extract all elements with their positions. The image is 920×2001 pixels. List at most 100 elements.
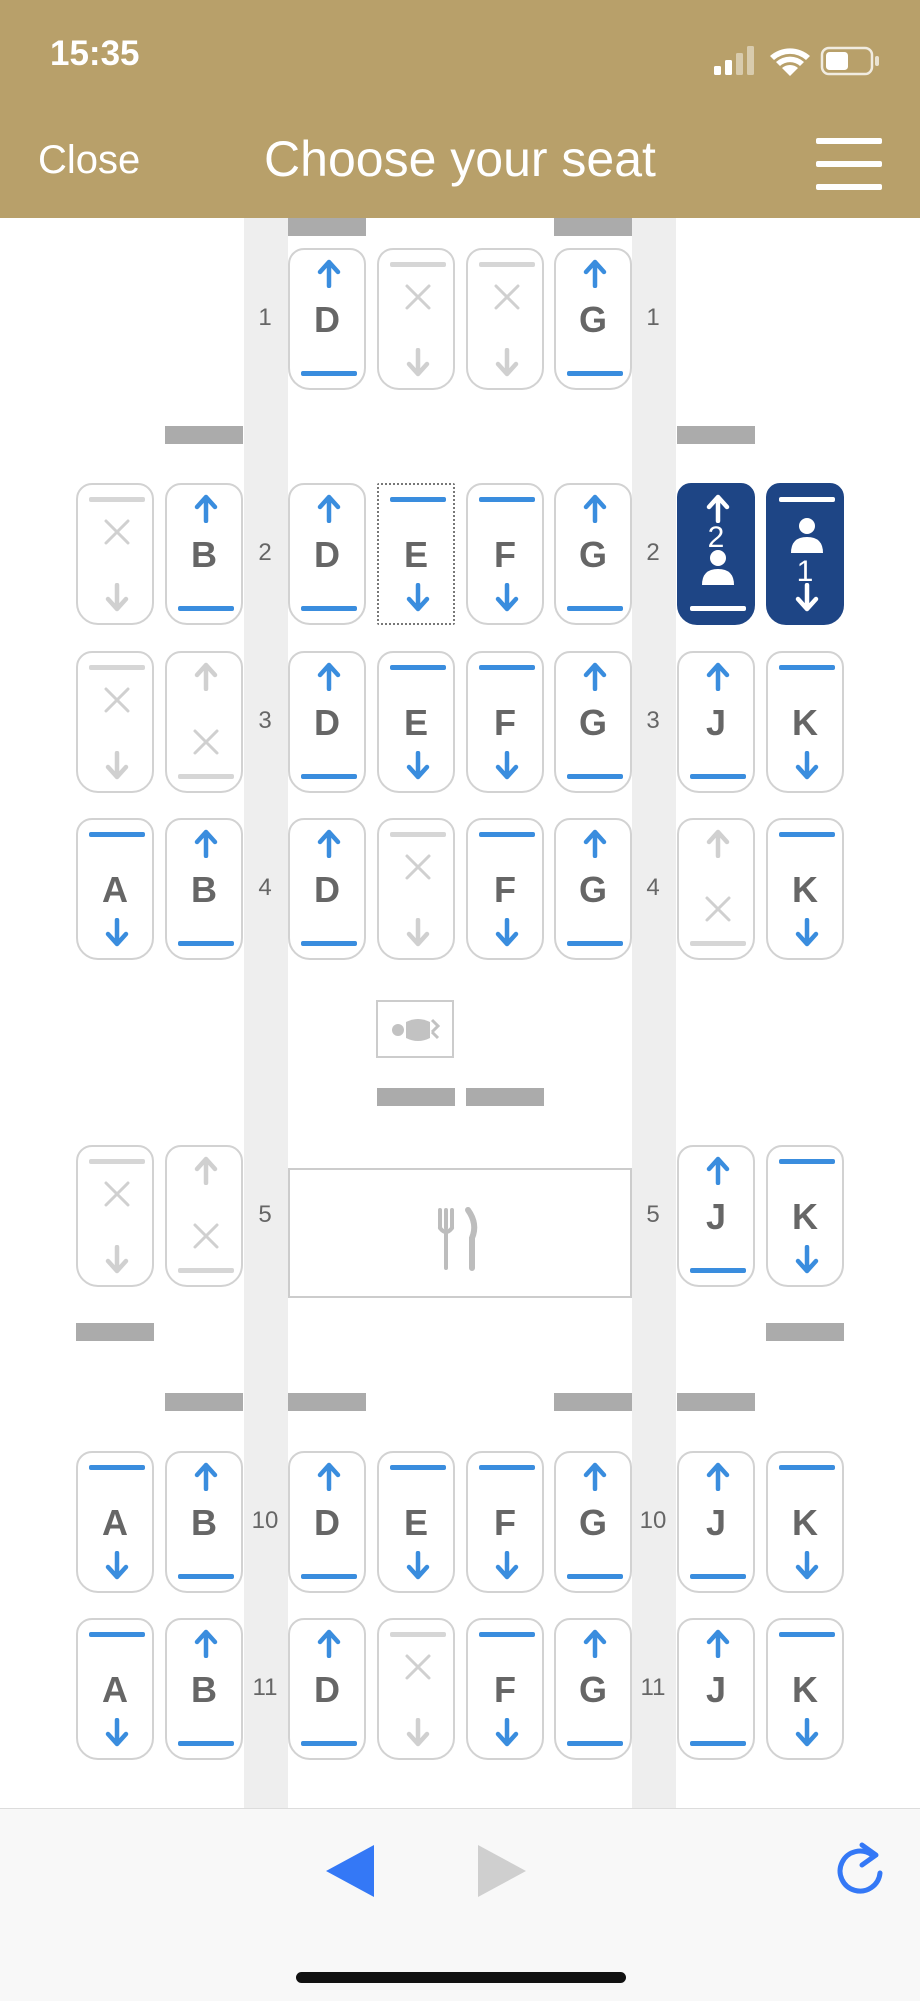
seat-back-bar [567,606,623,611]
seat-2A[interactable] [76,483,154,625]
arrow-down-icon [794,917,820,948]
passenger-icon [698,547,738,592]
seat-back-bar [690,941,746,946]
seat-11G[interactable]: G [554,1618,632,1760]
seat-4E[interactable] [377,818,455,960]
seat-10J[interactable]: J [677,1451,755,1593]
hamburger-menu-icon[interactable] [816,138,882,190]
seat-10E[interactable]: E [377,1451,455,1593]
seat-letter: E [403,702,428,743]
seat-letter: F [494,1669,516,1710]
browser-toolbar [0,1808,920,2001]
arrow-down-icon [104,1717,130,1748]
seat-letter: F [494,534,516,575]
seat-back-bar [479,1465,535,1470]
seat-back-bar [301,606,357,611]
seat-11J[interactable]: J [677,1618,755,1760]
app-header: 15:35 Close Choose your seat [0,0,920,218]
seat-10A[interactable]: A [76,1451,154,1593]
seat-3G[interactable]: G [554,651,632,793]
seat-10F[interactable]: F [466,1451,544,1593]
seat-11D[interactable]: D [288,1618,366,1760]
seat-back-bar [690,606,746,611]
seat-letter: G [578,534,607,575]
home-indicator [296,1972,626,1983]
seat-3K[interactable]: K [766,651,844,793]
wifi-icon [770,48,810,76]
seat-4G[interactable]: G [554,818,632,960]
seat-letter: J [705,1669,727,1710]
seat-4A[interactable]: A [76,818,154,960]
seat-2E[interactable]: E [377,483,455,625]
seat-3E[interactable]: E [377,651,455,793]
arrow-down-icon [405,750,431,781]
arrow-down-icon [494,750,520,781]
seat-back-bar [779,1465,835,1470]
seat-2D[interactable]: D [288,483,366,625]
seat-back-bar [390,497,446,502]
reload-icon[interactable] [832,1839,888,1901]
row-number: 2 [258,539,272,566]
unavailable-x-icon [102,517,132,547]
seat-11E[interactable] [377,1618,455,1760]
seat-2F[interactable]: F [466,483,544,625]
seat-3J[interactable]: J [677,651,755,793]
seat-3B[interactable] [165,651,243,793]
seat-4K[interactable]: K [766,818,844,960]
seat-4D[interactable]: D [288,818,366,960]
seat-10K[interactable]: K [766,1451,844,1593]
seat-3A[interactable] [76,651,154,793]
seat-map[interactable]: 1 1 D G 2 2 B D E F G 2 1 3 3 D E F G J K 4 4 A B D F G K 5 5 J K 10 10 A B D… [0,218,920,1808]
seat-11B[interactable]: B [165,1618,243,1760]
seat-back-bar [479,832,535,837]
seat-back-bar [178,1574,234,1579]
partition-bar [554,1393,632,1411]
seat-2J[interactable]: 2 [677,483,755,625]
seat-1E[interactable] [377,248,455,390]
seat-back-bar [779,832,835,837]
seat-11K[interactable]: K [766,1618,844,1760]
forward-triangle-icon[interactable] [474,1841,530,1901]
seat-letter: D [314,1502,340,1543]
seat-2B[interactable]: B [165,483,243,625]
partition-bar [766,1323,844,1341]
seat-10D[interactable]: D [288,1451,366,1593]
arrow-up-icon [582,1628,608,1659]
row-number: 10 [251,1507,279,1534]
seat-back-bar [779,1632,835,1637]
seat-5J[interactable]: J [677,1145,755,1287]
seat-5B[interactable] [165,1145,243,1287]
seat-5A[interactable] [76,1145,154,1287]
partition-bar [677,1393,755,1411]
seat-4J[interactable] [677,818,755,960]
seat-11A[interactable]: A [76,1618,154,1760]
arrow-up-icon [582,1461,608,1492]
seat-back-bar [567,371,623,376]
seat-4F[interactable]: F [466,818,544,960]
arrow-down-icon [104,1550,130,1581]
row-number: 10 [639,1507,667,1534]
seat-1G[interactable]: G [554,248,632,390]
arrow-up-icon [316,258,342,289]
seat-1D[interactable]: D [288,248,366,390]
seat-10B[interactable]: B [165,1451,243,1593]
row-number: 11 [252,1674,278,1701]
seat-letter: B [191,1669,217,1710]
seat-11F[interactable]: F [466,1618,544,1760]
back-triangle-icon[interactable] [322,1841,378,1901]
arrow-up-icon [705,1628,731,1659]
arrow-up-icon [316,1461,342,1492]
seat-back-bar [301,371,357,376]
seat-2G[interactable]: G [554,483,632,625]
seat-5K[interactable]: K [766,1145,844,1287]
seat-3D[interactable]: D [288,651,366,793]
arrow-up-icon [582,493,608,524]
seat-letter: G [578,1502,607,1543]
seat-1F[interactable] [466,248,544,390]
seat-10G[interactable]: G [554,1451,632,1593]
seat-3F[interactable]: F [466,651,544,793]
seat-back-bar [390,262,446,267]
seat-letter: E [403,534,428,575]
seat-4B[interactable]: B [165,818,243,960]
seat-2K[interactable]: 1 [766,483,844,625]
